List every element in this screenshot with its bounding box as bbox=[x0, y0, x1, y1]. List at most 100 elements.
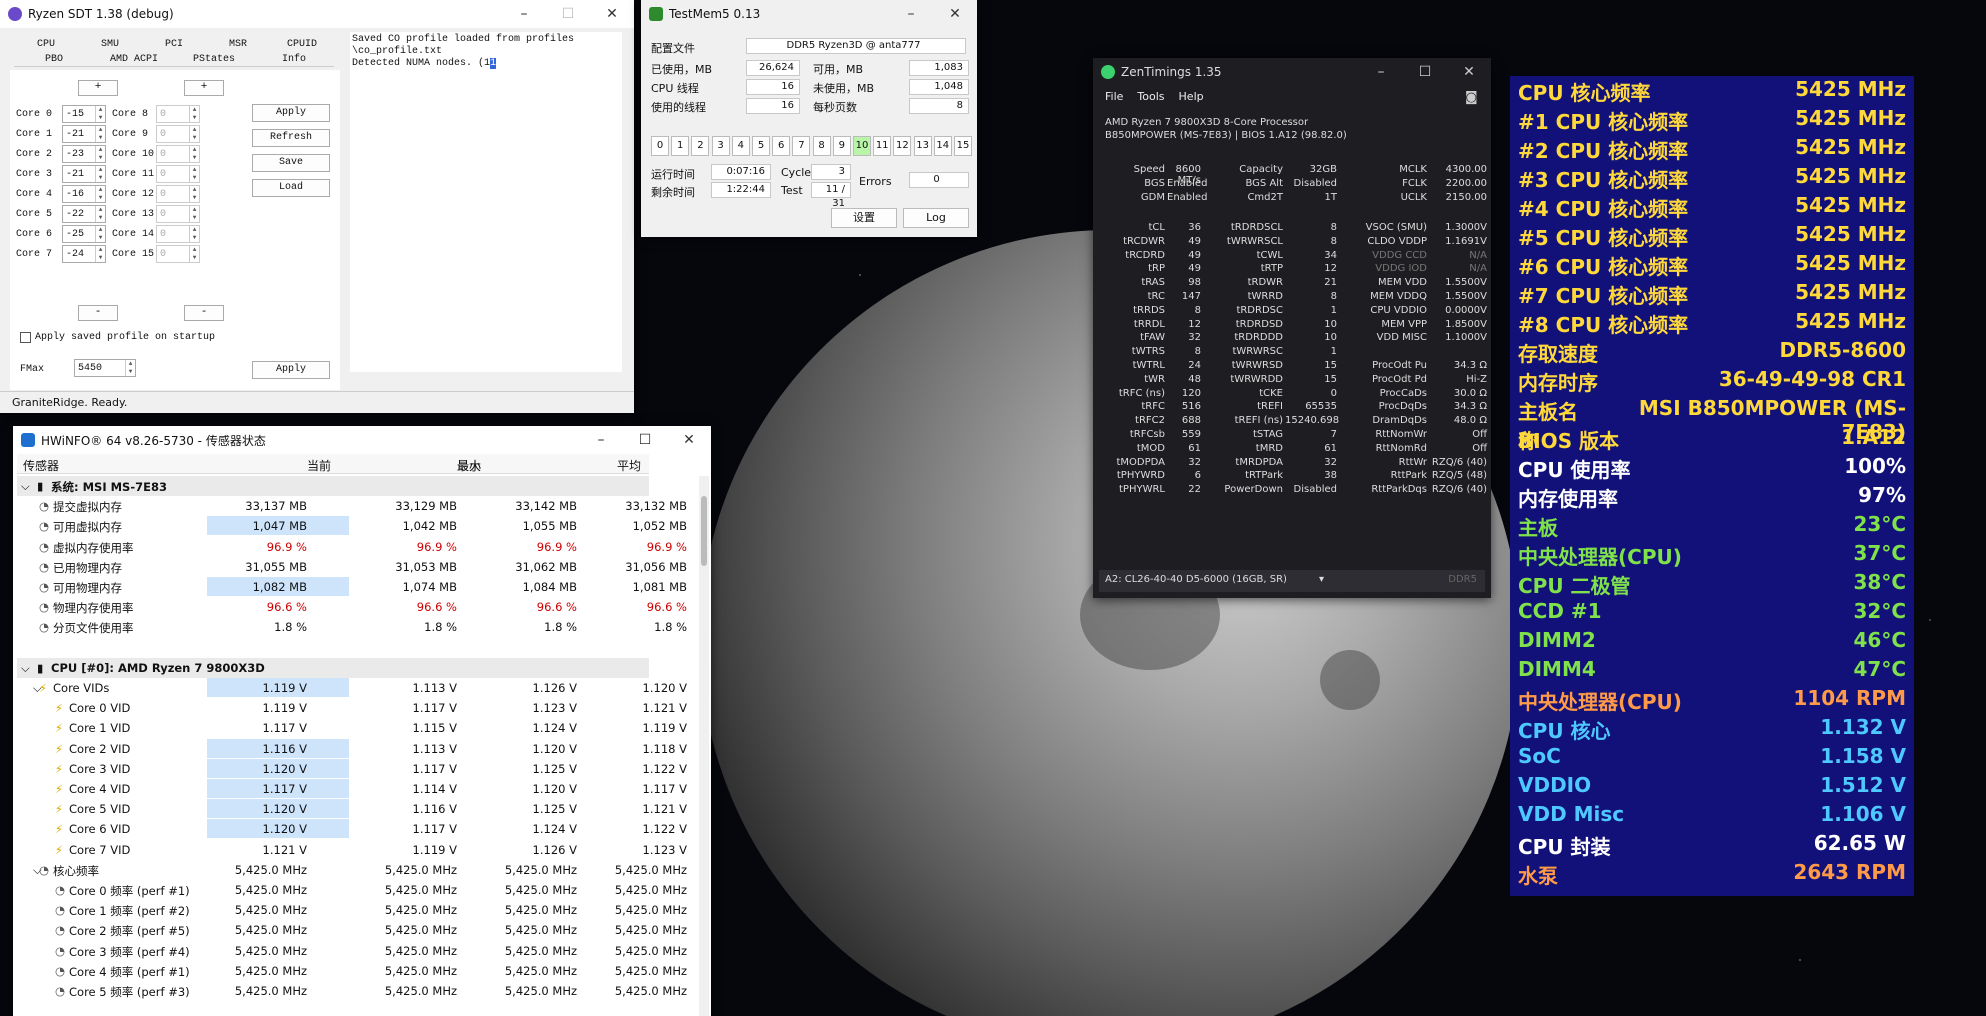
core-offset-input[interactable]: 0 ▲ ▼ bbox=[156, 105, 200, 123]
sensor-row[interactable]: ◔ 可用物理内存 1,082 MB 1,074 MB 1,084 MB 1,081 MB bbox=[17, 577, 687, 597]
load-button[interactable]: Load bbox=[252, 179, 330, 197]
increment-right-button[interactable]: + bbox=[184, 80, 224, 96]
core-offset-input[interactable]: -24 ▲ ▼ bbox=[62, 245, 106, 263]
sdt-tab[interactable]: MSR bbox=[206, 38, 270, 51]
decrement-right-button[interactable]: - bbox=[184, 305, 224, 321]
sensor-row[interactable]: ⌵ ⚡ Core VIDs 1.119 V 1.113 V 1.126 V 1.120 V bbox=[17, 678, 687, 698]
chevron-down-icon[interactable]: ⌵ bbox=[21, 661, 30, 676]
spinner-arrows-icon[interactable]: ▲ ▼ bbox=[189, 126, 199, 142]
chevron-down-icon[interactable]: ▾ bbox=[1319, 574, 1324, 585]
sdt-tab[interactable]: PCI bbox=[142, 38, 206, 51]
spinner-arrows-icon[interactable]: ▲ ▼ bbox=[189, 106, 199, 122]
sensor-row[interactable]: ⚡ Core 7 VID 1.121 V 1.119 V 1.126 V 1.123 V bbox=[17, 840, 687, 860]
sensor-row[interactable]: ◔ Core 2 频率 (perf #5) 5,425.0 MHz 5,425.0 M… bbox=[17, 920, 687, 940]
sdt-tab[interactable]: Info bbox=[254, 53, 334, 67]
sdt-tab[interactable]: CPUID bbox=[270, 38, 334, 51]
refresh-button[interactable]: Refresh bbox=[252, 129, 330, 147]
spinner-arrows-icon[interactable]: ▲ ▼ bbox=[95, 206, 105, 222]
log-button[interactable]: Log bbox=[903, 208, 969, 228]
tm5-titlebar[interactable]: TestMem5 0.13 – ✕ bbox=[641, 0, 977, 28]
close-icon[interactable]: ✕ bbox=[933, 0, 977, 28]
core-offset-input[interactable]: -21 ▲ ▼ bbox=[62, 165, 106, 183]
sensor-row[interactable]: ⚡ Core 3 VID 1.120 V 1.117 V 1.125 V 1.122 V bbox=[17, 758, 687, 779]
sensor-row[interactable]: ◔ Core 0 频率 (perf #1) 5,425.0 MHz 5,425.0 M… bbox=[17, 880, 687, 900]
core-offset-input[interactable]: 0 ▲ ▼ bbox=[156, 225, 200, 243]
sensor-row[interactable]: ⚡ Core 4 VID 1.117 V 1.114 V 1.120 V 1.117 V bbox=[17, 779, 687, 799]
sdt-titlebar[interactable]: Ryzen SDT 1.38 (debug) – ☐ ✕ bbox=[0, 0, 634, 28]
minimize-icon[interactable]: – bbox=[502, 0, 546, 28]
sensor-row[interactable]: ◔ 物理内存使用率 96.6 % 96.6 % 96.6 % 96.6 % bbox=[17, 597, 687, 617]
core-offset-input[interactable]: 0 ▲ ▼ bbox=[156, 245, 200, 263]
spinner-arrows-icon[interactable]: ▲ ▼ bbox=[189, 246, 199, 262]
settings-button[interactable]: 设置 bbox=[831, 208, 897, 228]
sensor-row[interactable]: ◔ 可用虚拟内存 1,047 MB 1,042 MB 1,055 MB 1,052 MB bbox=[17, 516, 687, 536]
sdt-tab[interactable]: CPU bbox=[14, 38, 78, 51]
sensor-row[interactable]: ⚡ Core 0 VID 1.119 V 1.117 V 1.123 V 1.121 V bbox=[17, 698, 687, 718]
sensor-row[interactable]: ◔ Core 1 频率 (perf #2) 5,425.0 MHz 5,425.0 M… bbox=[17, 900, 687, 920]
sensor-row[interactable]: ◔ Core 4 频率 (perf #1) 5,425.0 MHz 5,425.0 M… bbox=[17, 961, 687, 981]
sensor-row[interactable] bbox=[17, 638, 649, 658]
apply-on-startup-checkbox[interactable] bbox=[20, 332, 31, 343]
decrement-left-button[interactable]: - bbox=[78, 305, 118, 321]
maximize-icon[interactable]: ☐ bbox=[1403, 58, 1447, 86]
maximize-icon[interactable]: ☐ bbox=[546, 0, 590, 28]
spinner-arrows-icon[interactable]: ▲ ▼ bbox=[95, 106, 105, 122]
spinner-arrows-icon[interactable]: ▲ ▼ bbox=[189, 206, 199, 222]
spinner-arrows-icon[interactable]: ▲ ▼ bbox=[189, 146, 199, 162]
sensor-group-header[interactable]: ⌵ ▮ 系统: MSI MS-7E83 bbox=[17, 476, 649, 497]
close-icon[interactable]: ✕ bbox=[590, 0, 634, 28]
fmax-apply-button[interactable]: Apply bbox=[252, 361, 330, 379]
spinner-arrows-icon[interactable]: ▲ ▼ bbox=[95, 166, 105, 182]
col-sensor[interactable]: 传感器 bbox=[23, 457, 59, 474]
core-offset-input[interactable]: -15 ▲ ▼ bbox=[62, 105, 106, 123]
zt-titlebar[interactable]: ZenTimings 1.35 – ☐ ✕ bbox=[1093, 58, 1491, 86]
core-offset-input[interactable]: -22 ▲ ▼ bbox=[62, 205, 106, 223]
core-offset-input[interactable]: -21 ▲ ▼ bbox=[62, 125, 106, 143]
menu-help[interactable]: Help bbox=[1179, 90, 1204, 103]
minimize-icon[interactable]: – bbox=[579, 426, 623, 454]
core-offset-input[interactable]: 0 ▲ ▼ bbox=[156, 185, 200, 203]
sensor-row[interactable]: ⌵ ◔ 核心频率 5,425.0 MHz 5,425.0 MHz 5,425.0 MHz 5… bbox=[17, 860, 687, 880]
minimize-icon[interactable]: – bbox=[1359, 58, 1403, 86]
hw-titlebar[interactable]: HWiNFO® 64 v8.26-5730 - 传感器状态 – ☐ ✕ bbox=[13, 426, 711, 454]
dimm-selector[interactable]: A2: CL26-40-40 D5-6000 (16GB, SR) ▾ DDR5 bbox=[1099, 570, 1485, 592]
core-offset-input[interactable]: 0 ▲ ▼ bbox=[156, 165, 200, 183]
sdt-tab[interactable]: AMD ACPI bbox=[94, 53, 174, 67]
spinner-arrows-icon[interactable]: ▲ ▼ bbox=[189, 166, 199, 182]
spinner-arrows-icon[interactable]: ▲ ▼ bbox=[189, 186, 199, 202]
spinner-arrows-icon[interactable]: ▲ ▼ bbox=[95, 186, 105, 202]
spinner-arrows-icon[interactable]: ▲ ▼ bbox=[95, 226, 105, 242]
spinner-arrows-icon[interactable]: ▲ ▼ bbox=[95, 126, 105, 142]
menu-tools[interactable]: Tools bbox=[1137, 90, 1164, 103]
sensor-row[interactable]: ◔ Core 3 频率 (perf #4) 5,425.0 MHz 5,425.0 M… bbox=[17, 941, 687, 961]
sensor-row[interactable]: ◔ 已用物理内存 31,055 MB 31,053 MB 31,062 MB 31,056… bbox=[17, 557, 687, 577]
apply-button[interactable]: Apply bbox=[252, 104, 330, 122]
sdt-tab[interactable]: SMU bbox=[78, 38, 142, 51]
sensor-row[interactable]: ⚡ Core 6 VID 1.120 V 1.117 V 1.124 V 1.122 V bbox=[17, 819, 687, 839]
camera-icon[interactable]: ◙ bbox=[1465, 90, 1478, 105]
sensor-row[interactable]: ◔ 虚拟内存使用率 96.9 % 96.9 % 96.9 % 96.9 % bbox=[17, 537, 687, 557]
sdt-tab[interactable]: PBO bbox=[14, 53, 94, 67]
sensor-row[interactable]: ◔ 提交虚拟内存 33,137 MB 33,129 MB 33,142 MB 33,132… bbox=[17, 496, 687, 516]
sensor-row[interactable]: ⚡ Core 5 VID 1.120 V 1.116 V 1.125 V 1.121 V bbox=[17, 799, 687, 819]
sensor-row[interactable]: ⚡ Core 1 VID 1.117 V 1.115 V 1.124 V 1.119 V bbox=[17, 718, 687, 738]
col-avg[interactable]: 平均 bbox=[617, 457, 641, 474]
sdt-log-output[interactable]: Saved CO profile loaded from profiles \c… bbox=[350, 32, 622, 372]
fmax-input[interactable]: 5450 ▲ ▼ bbox=[74, 359, 136, 377]
save-button[interactable]: Save bbox=[252, 154, 330, 172]
close-icon[interactable]: ✕ bbox=[667, 426, 711, 454]
sensor-row[interactable]: ◔ Core 5 频率 (perf #3) 5,425.0 MHz 5,425.0 M… bbox=[17, 981, 687, 1001]
core-offset-input[interactable]: 0 ▲ ▼ bbox=[156, 125, 200, 143]
maximize-icon[interactable]: ☐ bbox=[623, 426, 667, 454]
sensor-group-header[interactable]: ⌵ ▮ CPU [#0]: AMD Ryzen 7 9800X3D bbox=[17, 657, 649, 678]
minimize-icon[interactable]: – bbox=[889, 0, 933, 28]
core-offset-input[interactable]: 0 ▲ ▼ bbox=[156, 145, 200, 163]
col-current[interactable]: 当前 bbox=[307, 457, 331, 474]
menu-file[interactable]: File bbox=[1105, 90, 1123, 103]
core-offset-input[interactable]: -16 ▲ ▼ bbox=[62, 185, 106, 203]
apply-on-startup-row[interactable]: Apply saved profile on startup bbox=[20, 332, 215, 343]
core-offset-input[interactable]: 0 ▲ ▼ bbox=[156, 205, 200, 223]
chevron-down-icon[interactable]: ⌵ bbox=[21, 479, 30, 494]
hw-scrollbar-thumb[interactable] bbox=[701, 496, 707, 566]
sdt-tab[interactable]: PStates bbox=[174, 53, 254, 67]
